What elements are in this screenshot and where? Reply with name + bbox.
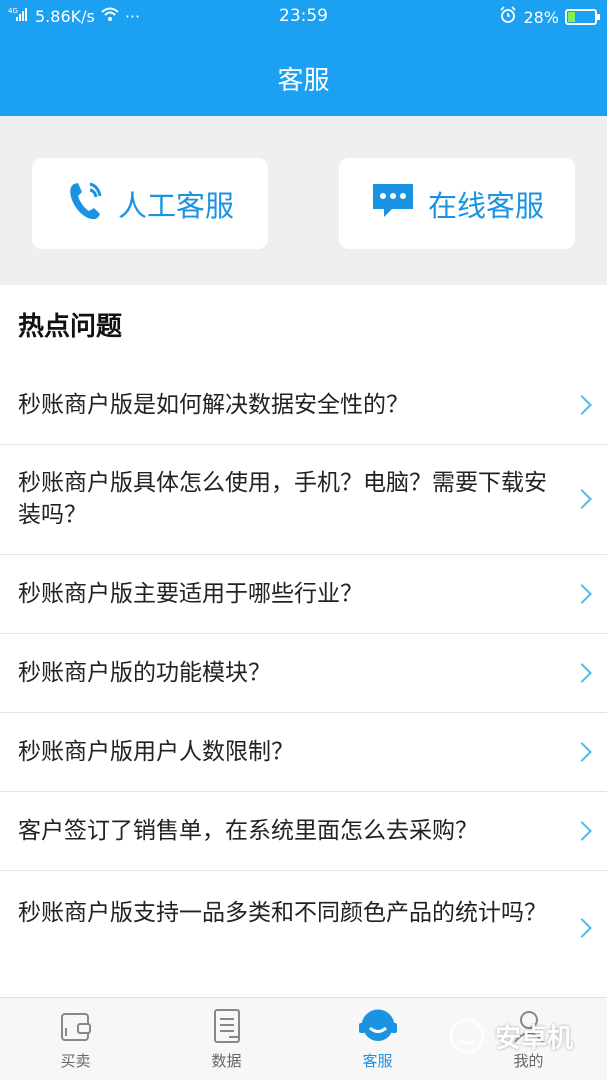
faq-list: 秒账商户版是如何解决数据安全性的？ 秒账商户版具体怎么使用，手机？电脑？需要下载… [0, 366, 607, 997]
online-service-label: 在线客服 [427, 188, 544, 223]
alarm-icon [499, 6, 517, 28]
headset-icon [358, 1006, 398, 1046]
chevron-right-icon [572, 395, 592, 415]
tab-trade[interactable]: 买卖 [0, 1006, 151, 1071]
faq-question: 秒账商户版是如何解决数据安全性的？ [18, 392, 409, 418]
tab-label: 买卖 [60, 1052, 91, 1070]
faq-item[interactable]: 秒账商户版支持一品多类和不同颜色产品的统计吗？ [0, 871, 607, 997]
watermark-text: 安卓机 [495, 1023, 574, 1054]
faq-question: 秒账商户版具体怎么使用，手机？电脑？需要下载安装吗？ [18, 470, 547, 528]
online-service-button[interactable]: 在线客服 [339, 158, 575, 249]
watermark-logo: 安卓机 [447, 1005, 607, 1067]
chat-icon [370, 181, 416, 226]
faq-item[interactable]: 秒账商户版是如何解决数据安全性的？ [0, 366, 607, 445]
faq-item[interactable]: 秒账商户版用户人数限制？ [0, 713, 607, 792]
chevron-right-icon [572, 918, 592, 938]
hot-questions-heading: 热点问题 [18, 312, 123, 342]
faq-item[interactable]: 秒账商户版的功能模块？ [0, 634, 607, 713]
faq-question: 秒账商户版用户人数限制？ [18, 739, 294, 765]
chevron-right-icon [572, 821, 592, 841]
chevron-right-icon [572, 584, 592, 604]
faq-item[interactable]: 客户签订了销售单，在系统里面怎么去采购？ [0, 792, 607, 871]
faq-question: 秒账商户版主要适用于哪些行业？ [18, 581, 363, 607]
tab-label: 数据 [211, 1052, 242, 1070]
service-panel: 人工客服 在线客服 [0, 116, 607, 285]
document-icon [207, 1006, 247, 1046]
tab-data[interactable]: 数据 [151, 1006, 302, 1071]
page-title: 客服 [277, 66, 330, 96]
faq-question: 秒账商户版支持一品多类和不同颜色产品的统计吗？ [18, 900, 547, 926]
tab-service[interactable]: 客服 [302, 1006, 453, 1071]
manual-service-button[interactable]: 人工客服 [32, 158, 268, 249]
chevron-right-icon [572, 489, 592, 509]
wallet-icon [56, 1006, 96, 1046]
manual-service-label: 人工客服 [117, 188, 234, 223]
faq-item[interactable]: 秒账商户版具体怎么使用，手机？电脑？需要下载安装吗？ [0, 445, 607, 555]
faq-question: 秒账商户版的功能模块？ [18, 660, 271, 686]
chevron-right-icon [572, 742, 592, 762]
battery-icon [565, 9, 600, 25]
app-header: 4G 5.86K/s ··· 23:59 28% 客服 [0, 0, 607, 116]
battery-percent: 28% [523, 7, 559, 27]
tab-label: 客服 [362, 1052, 393, 1070]
watermark-icon [449, 1018, 485, 1054]
faq-item[interactable]: 秒账商户版主要适用于哪些行业？ [0, 555, 607, 634]
faq-question: 客户签订了销售单，在系统里面怎么去采购？ [18, 818, 478, 844]
status-bar: 4G 5.86K/s ··· 23:59 28% [0, 0, 607, 34]
phone-icon [66, 178, 106, 229]
chevron-right-icon [572, 663, 592, 683]
